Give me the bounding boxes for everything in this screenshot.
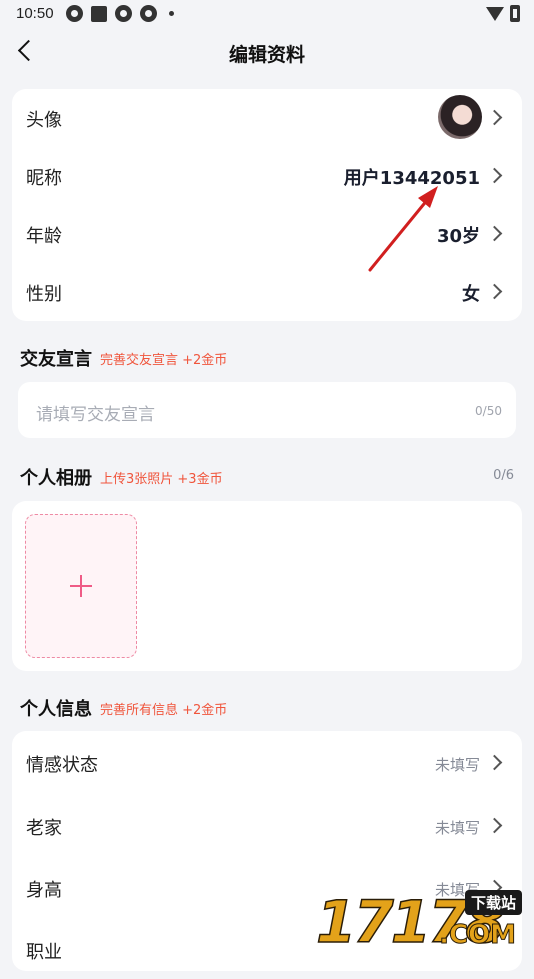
page-title: 编辑资料 (228, 44, 305, 66)
status-system-icons (486, 5, 520, 22)
gender-value: 女 (462, 284, 480, 305)
more-dot-icon (169, 11, 174, 16)
gender-row[interactable]: 性别 女 (12, 263, 522, 321)
chevron-right-icon (486, 225, 503, 242)
plus-icon (80, 575, 82, 597)
status-notification-icons (66, 5, 174, 22)
info-label: 情感状态 (26, 755, 98, 776)
app-square-icon (91, 5, 107, 22)
gender-label: 性别 (26, 284, 62, 305)
album-card (12, 501, 522, 671)
chevron-right-icon (486, 754, 503, 771)
profile-card: 头像 昵称 用户13442051 年龄 30岁 性别 女 (12, 89, 522, 321)
declaration-hint: 完善交友宣言 +2金币 (100, 353, 228, 368)
age-value: 30岁 (436, 226, 480, 247)
watermark-domain: .COM (439, 920, 517, 951)
status-bar: 10:50 (0, 0, 534, 28)
album-title: 个人相册 (20, 468, 92, 489)
declaration-placeholder: 请填写交友宣言 (36, 405, 155, 425)
album-hint: 上传3张照片 +3金币 (100, 472, 223, 487)
watermark-logo: 17178 下载站 .COM (315, 884, 526, 957)
app-notification-icon (115, 5, 132, 22)
nickname-value: 用户13442051 (343, 168, 480, 189)
app-notification-icon (140, 5, 157, 22)
declaration-input[interactable]: 请填写交友宣言 0/50 (18, 382, 516, 438)
info-row-hometown[interactable]: 老家 未填写 (12, 797, 522, 855)
declaration-title: 交友宣言 (20, 349, 92, 370)
info-label: 职业 (26, 942, 62, 963)
avatar-label: 头像 (26, 110, 62, 131)
declaration-counter: 0/50 (475, 404, 502, 418)
info-label: 老家 (26, 818, 62, 839)
app-notification-icon (66, 5, 83, 22)
age-label: 年龄 (26, 226, 62, 247)
info-row-relationship[interactable]: 情感状态 未填写 (12, 734, 522, 792)
wifi-icon (486, 6, 504, 21)
info-value: 未填写 (434, 756, 480, 774)
info-value: 未填写 (434, 819, 480, 837)
nickname-row[interactable]: 昵称 用户13442051 (12, 147, 522, 205)
add-photo-button[interactable] (25, 514, 137, 658)
nav-bar: 编辑资料 (0, 28, 534, 76)
status-time: 10:50 (16, 5, 54, 22)
battery-icon (510, 5, 520, 22)
chevron-right-icon (486, 109, 503, 126)
watermark-tag: 下载站 (464, 890, 522, 915)
avatar-row[interactable]: 头像 (12, 89, 522, 147)
age-row[interactable]: 年龄 30岁 (12, 205, 522, 263)
info-hint: 完善所有信息 +2金币 (100, 703, 228, 718)
chevron-right-icon (486, 817, 503, 834)
info-label: 身高 (26, 880, 62, 901)
avatar[interactable] (438, 95, 482, 139)
nickname-label: 昵称 (26, 168, 62, 189)
chevron-right-icon (486, 167, 503, 184)
album-counter: 0/6 (493, 468, 514, 483)
chevron-right-icon (486, 283, 503, 300)
info-title: 个人信息 (20, 699, 92, 720)
